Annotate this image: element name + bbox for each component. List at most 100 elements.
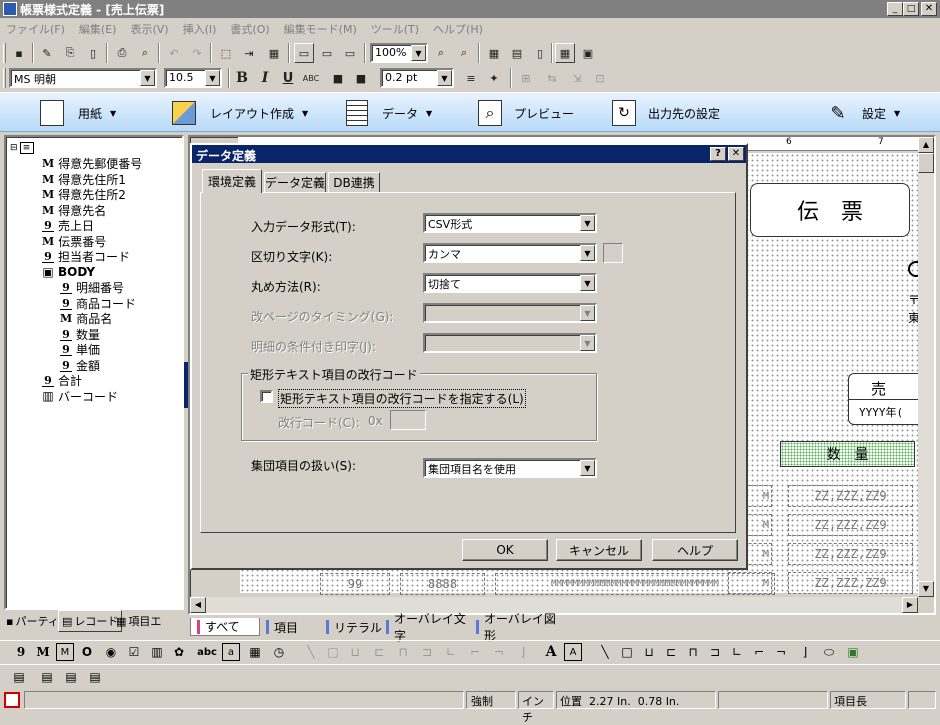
rect-tool-icon[interactable]: □ — [324, 643, 342, 661]
tree-item[interactable]: M 得意先郵便番号 — [42, 156, 142, 171]
grid-toggle-icon[interactable]: ▦ — [555, 43, 575, 63]
edit-icon[interactable]: ✎ — [37, 43, 57, 63]
rect-text-icon[interactable]: M — [56, 643, 74, 661]
menu-format[interactable]: 書式(O) — [230, 21, 269, 37]
delimiter-select[interactable]: カンマ ▼ — [423, 243, 597, 263]
frame2-shape-icon[interactable]: ⊓ — [684, 643, 702, 661]
tree-root[interactable]: ⊟ ≡ — [10, 140, 34, 155]
dialog-tab-env[interactable]: 環境定義 — [202, 169, 262, 193]
save-icon[interactable]: ▪ — [9, 43, 29, 63]
menu-tools[interactable]: ツール(T) — [371, 21, 419, 37]
frame3-shape-icon[interactable]: ⊐ — [706, 643, 724, 661]
underline-icon[interactable]: U — [278, 68, 298, 88]
band-detail-icon[interactable]: ▤ — [38, 668, 56, 686]
frame3-tool-icon[interactable]: ⊐ — [418, 643, 436, 661]
view-overlay-icon[interactable]: ▭ — [340, 43, 360, 63]
tree-item[interactable]: M 得意先住所2 — [42, 187, 126, 202]
barcode-icon[interactable]: ▥ — [148, 643, 166, 661]
print-preview-icon[interactable]: ⌕ — [135, 43, 155, 63]
dialog-tab-db[interactable]: DB連携 — [328, 172, 380, 192]
field-icon[interactable]: a — [222, 643, 240, 661]
sheet-tab-items[interactable]: 項目 — [260, 618, 322, 636]
picture-shape-icon[interactable]: ▣ — [844, 643, 862, 661]
checkbox-icon[interactable]: ☑ — [125, 643, 143, 661]
view-normal-icon[interactable]: ▭ — [294, 43, 314, 63]
rounding-select[interactable]: 切捨て ▼ — [423, 273, 597, 293]
newline-checkbox[interactable] — [260, 390, 273, 403]
ellipse-shape-icon[interactable]: ⬭ — [820, 643, 838, 661]
maximize-button[interactable]: □ — [903, 2, 919, 16]
clock-icon[interactable]: ◷ — [270, 643, 288, 661]
page-icon[interactable]: ▯ — [530, 43, 550, 63]
line-tool-icon[interactable]: ╲ — [302, 643, 320, 661]
page-break-select[interactable]: ▼ — [423, 303, 597, 323]
zoom-select[interactable]: 100% ▼ — [370, 43, 428, 63]
open-icon[interactable]: ⎘ — [60, 43, 80, 63]
view-wide-icon[interactable]: ▭ — [317, 43, 337, 63]
shadow-icon[interactable]: ■ — [351, 68, 371, 88]
guide-icon[interactable]: ▤ — [507, 43, 527, 63]
dialog-help-button[interactable]: ? — [710, 147, 726, 161]
tree-item[interactable]: ▥ バーコード — [42, 389, 118, 404]
text-item-icon[interactable]: M — [34, 643, 52, 661]
ribbon-layout-button[interactable]: レイアウト作成 ▼ — [172, 99, 332, 127]
group-field-select[interactable]: 集団項目名を使用 ▼ — [423, 458, 597, 478]
resize-icon[interactable]: ⇲ — [567, 68, 587, 88]
conditional-print-select[interactable]: ▼ — [423, 333, 597, 353]
tab-item-edit[interactable]: ▦ 項目エ — [116, 612, 161, 630]
corner3-tool-icon[interactable]: ¬ — [490, 643, 508, 661]
image-item-icon[interactable]: ✿ — [170, 643, 188, 661]
corner2-shape-icon[interactable]: ⌐ — [750, 643, 768, 661]
line-shape-icon[interactable]: ╲ — [596, 643, 614, 661]
abc-icon[interactable]: abc — [197, 643, 217, 661]
corner-shape-icon[interactable]: ∟ — [728, 643, 746, 661]
menu-help[interactable]: ヘルプ(H) — [433, 21, 483, 37]
ribbon-data-button[interactable]: データ ▼ — [346, 99, 476, 127]
menu-edit[interactable]: 編集(E) — [79, 21, 117, 37]
ribbon-preview-button[interactable]: ⌕ プレビュー — [478, 99, 608, 127]
tree-item[interactable]: M 商品名 — [60, 311, 112, 326]
font-name-select[interactable]: MS 明朝 ▼ — [9, 68, 157, 88]
menu-insert[interactable]: 挿入(I) — [183, 21, 217, 37]
tree-item[interactable]: ▣ BODY — [42, 265, 95, 280]
radio-icon[interactable]: ◉ — [102, 643, 120, 661]
table-icon[interactable]: ▦ — [246, 643, 264, 661]
new-doc-icon[interactable]: ▯ — [83, 43, 103, 63]
redo-icon[interactable]: ↷ — [187, 43, 207, 63]
text-tool-icon[interactable]: A — [542, 643, 560, 661]
arrange-icon[interactable]: ⇥ — [239, 43, 259, 63]
sheet-tab-literal[interactable]: リテラル — [320, 618, 382, 636]
tree-item[interactable]: 9 金額 — [60, 358, 100, 373]
circle-text-icon[interactable]: O — [78, 643, 96, 661]
tab-party[interactable]: ▪ パーティ — [6, 612, 59, 630]
delimiter-custom-input[interactable] — [603, 243, 623, 263]
textbox-tool-icon[interactable]: A — [564, 643, 582, 661]
corner4-shape-icon[interactable]: ⌋ — [796, 643, 814, 661]
zoom-in-icon[interactable]: ⌕ — [431, 43, 451, 63]
dialog-close-button[interactable]: ✕ — [728, 147, 744, 161]
corner3-shape-icon[interactable]: ¬ — [772, 643, 790, 661]
tree-item[interactable]: M 伝票番号 — [42, 234, 106, 249]
dialog-tab-data[interactable]: データ定義 — [264, 172, 326, 192]
layers-icon[interactable]: ▣ — [578, 43, 598, 63]
ok-button[interactable]: OK — [462, 539, 548, 561]
align-icon[interactable]: ⊞ — [516, 68, 536, 88]
frame2-tool-icon[interactable]: ⊓ — [394, 643, 412, 661]
menu-file[interactable]: ファイル(F) — [6, 21, 65, 37]
band-group-icon[interactable]: ▤ — [62, 668, 80, 686]
newline-code-input[interactable] — [390, 410, 426, 430]
menu-view[interactable]: 表示(V) — [130, 21, 168, 37]
scroll-thumb[interactable] — [918, 153, 934, 173]
line-color-icon[interactable]: ✦ — [484, 68, 504, 88]
bold-icon[interactable]: B — [232, 68, 252, 88]
frame-tool-icon[interactable]: ⊏ — [370, 643, 388, 661]
italic-icon[interactable]: I — [255, 68, 275, 88]
corner-tool-icon[interactable]: ∟ — [442, 643, 460, 661]
close-button[interactable]: ✕ — [921, 2, 937, 16]
newline-checkbox-label[interactable]: 矩形テキスト項目の改行コードを指定する(L) — [278, 389, 526, 408]
tree-item[interactable]: 9 担当者コード — [42, 249, 130, 264]
undo-icon[interactable]: ↶ — [164, 43, 184, 63]
ribbon-output-button[interactable]: ↻ 出力先の設定 — [612, 99, 772, 127]
band-footer-icon[interactable]: ▤ — [86, 668, 104, 686]
tree-item[interactable]: 9 商品コード — [60, 296, 136, 311]
